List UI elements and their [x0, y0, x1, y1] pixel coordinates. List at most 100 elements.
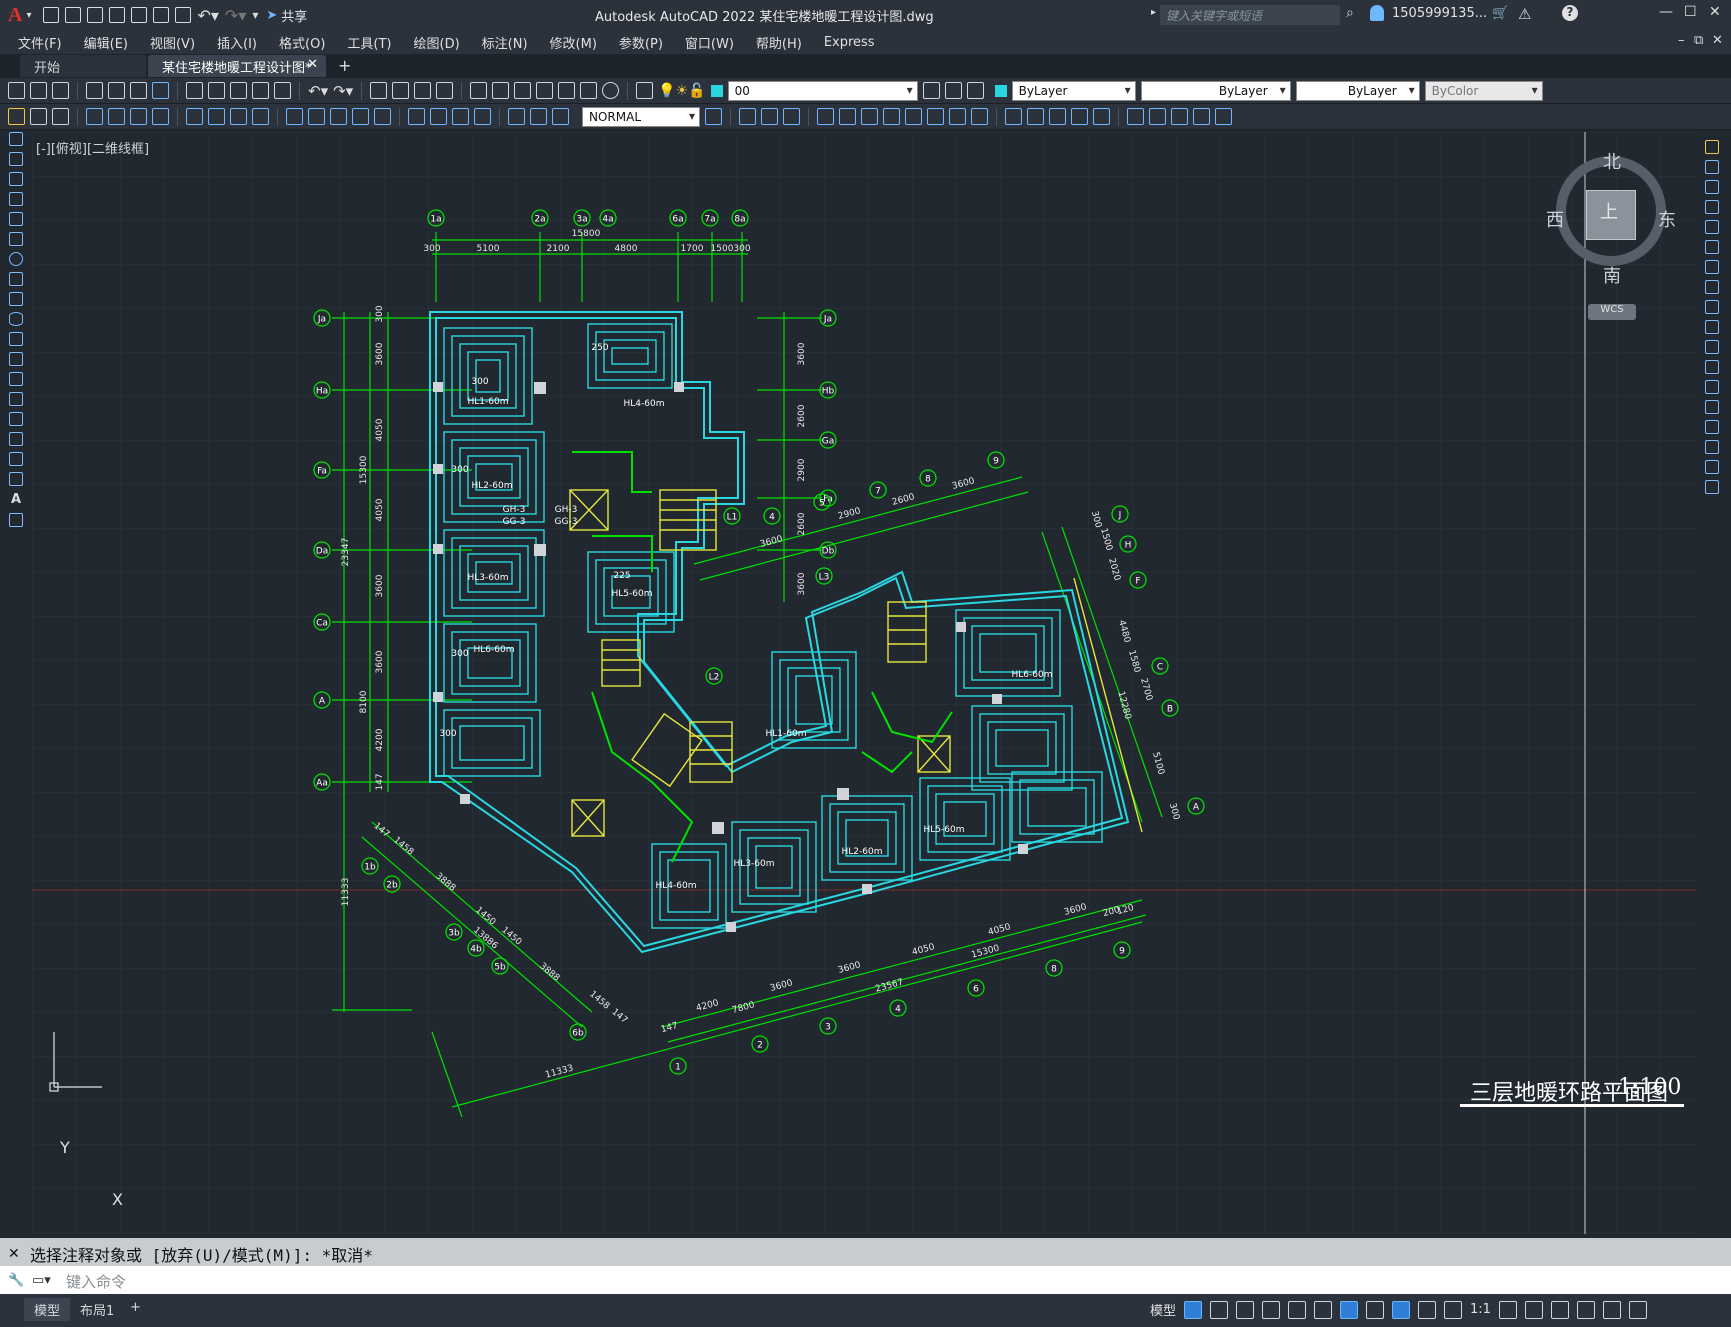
dimstyle-dropdown[interactable]: NORMAL	[582, 106, 700, 127]
customization-icon[interactable]	[1628, 1300, 1647, 1319]
object-snap-tracking-icon[interactable]	[1314, 1300, 1333, 1319]
autocad-logo[interactable]: A	[8, 4, 22, 27]
region-icon[interactable]	[9, 452, 23, 466]
plot-icon[interactable]	[175, 7, 192, 23]
publish-icon[interactable]	[130, 82, 147, 99]
gradient-icon[interactable]	[1193, 108, 1210, 125]
open-icon[interactable]	[65, 7, 82, 23]
circle-icon[interactable]	[9, 252, 23, 266]
layer-state-icons[interactable]: 💡☀🔓	[658, 83, 705, 99]
isometric-icon[interactable]	[1288, 1300, 1307, 1319]
scale-icon[interactable]	[905, 108, 922, 125]
make-current-layer-icon[interactable]	[922, 82, 940, 99]
menu-express[interactable]: Express	[824, 35, 875, 50]
baseline-dim-icon[interactable]	[308, 108, 325, 125]
dim-update-icon[interactable]	[552, 108, 569, 125]
spline-icon[interactable]	[9, 292, 23, 306]
dim-text-edit-icon[interactable]	[530, 108, 547, 125]
menu-file[interactable]: 文件(F)	[18, 33, 62, 52]
new-tab-button[interactable]: +	[338, 56, 351, 75]
revcloud-icon[interactable]	[9, 272, 23, 286]
lineweight-dropdown[interactable]: ByLayer	[1295, 80, 1420, 101]
gradient-icon[interactable]	[9, 432, 23, 446]
ellipse-arc-icon[interactable]	[9, 332, 23, 346]
search-input[interactable]: 键入关键字或短语	[1160, 5, 1340, 25]
viewport-controls-label[interactable]: [-][俯视][二维线框]	[36, 138, 149, 157]
center-mark-icon[interactable]	[430, 108, 447, 125]
ortho-icon[interactable]	[1236, 1300, 1255, 1319]
erase-icon[interactable]	[739, 108, 756, 125]
help-icon[interactable]: ?	[1562, 5, 1578, 21]
join-icon[interactable]	[1705, 400, 1719, 414]
properties-icon[interactable]	[470, 82, 488, 99]
object-snap-icon[interactable]	[1340, 1300, 1359, 1319]
menu-format[interactable]: 格式(O)	[279, 33, 325, 52]
hatch-icon[interactable]	[1171, 108, 1188, 125]
save-icon[interactable]	[87, 7, 104, 23]
units-icon[interactable]	[1550, 1300, 1569, 1319]
menu-tools[interactable]: 工具(T)	[347, 33, 391, 52]
dim-edit-icon[interactable]	[508, 108, 525, 125]
rotate-icon[interactable]	[883, 108, 900, 125]
expand-arrow-icon[interactable]: ▸	[1151, 7, 1156, 18]
layer-properties-icon[interactable]	[636, 82, 654, 99]
plot-icon[interactable]	[86, 82, 103, 99]
move-icon[interactable]	[1705, 240, 1719, 254]
workspace-gear-icon[interactable]	[1498, 1300, 1517, 1319]
tab-start[interactable]: 开始	[20, 55, 146, 77]
plot-preview-icon[interactable]	[108, 82, 125, 99]
chamfer-icon[interactable]	[1049, 108, 1066, 125]
web-save-icon[interactable]	[153, 7, 170, 23]
search-icon[interactable]: ⌕	[1346, 5, 1354, 21]
rotate-icon[interactable]	[1705, 260, 1719, 274]
autodesk-app-icon[interactable]: ⚠	[1518, 5, 1531, 23]
polygon-icon[interactable]	[9, 192, 23, 206]
quick-dim-icon[interactable]	[30, 108, 47, 125]
fillet-icon[interactable]	[1071, 108, 1088, 125]
stretch-icon[interactable]	[927, 108, 944, 125]
dimstyle-icon[interactable]	[8, 108, 25, 125]
menu-view[interactable]: 视图(V)	[150, 33, 195, 52]
model-space-label[interactable]: 模型	[1150, 1300, 1176, 1319]
table-icon[interactable]	[9, 472, 23, 486]
stretch-icon[interactable]	[1705, 300, 1719, 314]
redo-icon[interactable]: ↷▾	[333, 82, 353, 100]
radius-dim-icon[interactable]	[186, 108, 203, 125]
make-block-icon[interactable]	[1149, 108, 1166, 125]
mtext-icon[interactable]: A	[11, 492, 21, 507]
chamfer-icon[interactable]	[1705, 420, 1719, 434]
command-prompt-icon[interactable]: ▭▾	[32, 1273, 51, 1288]
close-button[interactable]: ✕	[1709, 4, 1721, 20]
block-editor-icon[interactable]	[274, 82, 291, 99]
continue-dim-icon[interactable]	[330, 108, 347, 125]
trim-icon[interactable]	[949, 108, 966, 125]
save-icon[interactable]	[52, 82, 69, 99]
polar-icon[interactable]	[1262, 1300, 1281, 1319]
cart-icon[interactable]: 🛒	[1492, 6, 1508, 21]
add-selected-icon[interactable]	[9, 513, 23, 527]
tool-palettes-icon[interactable]	[514, 82, 532, 99]
polyline-icon[interactable]	[9, 172, 23, 186]
mirror-icon[interactable]	[783, 108, 800, 125]
open-icon[interactable]	[30, 82, 47, 99]
user-account[interactable]: 1505999135...	[1392, 6, 1487, 21]
auto-scale-icon[interactable]	[1418, 1300, 1437, 1319]
doc-minimize-button[interactable]: –	[1678, 33, 1685, 48]
ordinate-dim-icon[interactable]	[152, 108, 169, 125]
annotation-scale-value[interactable]: 1:1	[1470, 1302, 1491, 1317]
explode-icon[interactable]	[1093, 108, 1110, 125]
sheet-set-icon[interactable]	[536, 82, 554, 99]
menu-draw[interactable]: 绘图(D)	[414, 33, 460, 52]
undo-icon[interactable]: ↶▾	[197, 6, 218, 25]
construction-line-icon[interactable]	[9, 152, 23, 166]
angular-dim-icon[interactable]	[252, 108, 269, 125]
rectangle-icon[interactable]	[9, 212, 23, 226]
add-layout-button[interactable]: +	[120, 1298, 151, 1317]
blend-icon[interactable]	[1705, 460, 1719, 474]
viewcube-top-label[interactable]: 上	[1600, 198, 1618, 224]
extend-icon[interactable]	[971, 108, 988, 125]
tolerance-icon[interactable]	[408, 108, 425, 125]
inspection-icon[interactable]	[452, 108, 469, 125]
offset-icon[interactable]	[817, 108, 834, 125]
match-properties-icon[interactable]	[252, 82, 269, 99]
